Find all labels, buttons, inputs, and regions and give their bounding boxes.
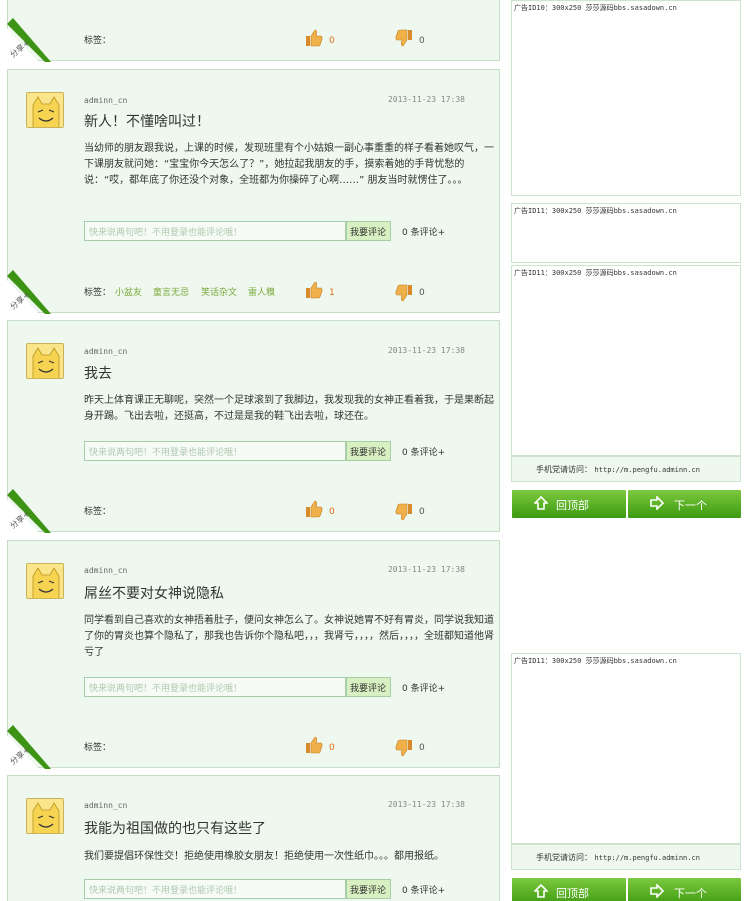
share-ribbon-icon[interactable]: 分享+ — [7, 270, 51, 314]
back-to-top-label: 回顶部 — [556, 887, 589, 900]
thumbs-up-icon[interactable] — [305, 281, 323, 299]
mobile-access-text: 手机党请访问： http://m.pengfu.adminn.cn — [536, 464, 700, 475]
comment-input[interactable]: 快来说两句吧！不用登录也能评论哦！ — [84, 677, 346, 697]
avatar[interactable] — [26, 92, 64, 128]
comment-input[interactable]: 快来说两句吧！不用登录也能评论哦！ — [84, 441, 346, 461]
back-to-top-button[interactable]: 回顶部 — [512, 878, 626, 901]
comment-input[interactable]: 快来说两句吧！不用登录也能评论哦！ — [84, 879, 346, 899]
mobile-url-link[interactable]: http://m.pengfu.adminn.cn — [595, 466, 700, 474]
post-time: 2013-11-23 17:38 — [387, 95, 465, 104]
mobile-access-bar: 手机党请访问： http://m.pengfu.adminn.cn — [511, 844, 741, 870]
post-body: 昨天上体育课正无聊呢，突然一个足球滚到了我脚边，我发现我的女神正看着我，于是果断… — [84, 395, 494, 422]
like-count: 0 — [329, 36, 335, 46]
back-to-top-label: 回顶部 — [556, 499, 589, 512]
share-ribbon-icon[interactable]: 分享+ — [7, 18, 51, 62]
like-count: 1 — [329, 288, 335, 298]
post-body: 同学看到自己喜欢的女神捂着肚子，便问女神怎么了。女神说她胃不好有胃炎，同学说我知… — [84, 615, 494, 658]
comment-count[interactable]: 0 条评论+ — [402, 445, 445, 458]
mobile-label: 手机党请访问： — [536, 465, 592, 474]
avatar-cat-icon — [27, 344, 63, 378]
like-count: 0 — [329, 507, 335, 517]
comment-button[interactable]: 我要评论 — [346, 221, 391, 241]
post-author[interactable]: adminn_cn — [84, 96, 127, 105]
next-label: 下一个 — [674, 499, 707, 512]
post-card: adminn_cn 2013-11-23 17:38 新人！不懂啥叫过！ 当幼师… — [7, 69, 500, 314]
dislike-count: 0 — [419, 288, 425, 298]
post-author[interactable]: adminn_cn — [84, 347, 127, 356]
dislike-count: 0 — [419, 743, 425, 753]
post-title[interactable]: 新人！不懂啥叫过！ — [84, 111, 210, 131]
mobile-access-bar: 手机党请访问： http://m.pengfu.adminn.cn — [511, 456, 741, 482]
post-body: 当幼师的朋友跟我说，上课的时候，发现班里有个小姑娘一副心事重重的样子看着她叹气，… — [84, 143, 494, 186]
ad-slot[interactable]: 广告ID11：300x250 莎莎源码bbs.sasadown.cn — [511, 653, 741, 844]
tag-label: 标签： — [84, 743, 112, 753]
dislike-count: 0 — [419, 507, 425, 517]
post-author[interactable]: adminn_cn — [84, 566, 127, 575]
comment-input[interactable]: 快来说两句吧！不用登录也能评论哦！ — [84, 221, 346, 241]
arrow-up-home-icon — [534, 496, 548, 510]
thumbs-up-icon[interactable] — [305, 500, 323, 518]
post-author[interactable]: adminn_cn — [84, 801, 127, 810]
arrow-up-home-icon — [534, 884, 548, 898]
tag-link[interactable]: 雷人糗 — [248, 285, 275, 298]
ad-text: 广告ID10：300x250 莎莎源码bbs.sasadown.cn — [514, 4, 677, 12]
ad-text: 广告ID11：300x250 莎莎源码bbs.sasadown.cn — [514, 657, 677, 665]
tag-link[interactable]: 笑话杂文 — [201, 285, 237, 298]
back-to-top-button[interactable]: 回顶部 — [512, 490, 626, 518]
thumbs-down-icon[interactable] — [395, 29, 413, 47]
tag-label: 标签： — [84, 36, 112, 46]
thumbs-down-icon[interactable] — [395, 284, 413, 302]
dislike-count: 0 — [419, 36, 425, 46]
post-time: 2013-11-23 17:38 — [387, 565, 465, 574]
avatar-cat-icon — [27, 799, 63, 833]
ad-slot[interactable]: 广告ID10：300x250 莎莎源码bbs.sasadown.cn — [511, 0, 741, 196]
ad-slot[interactable]: 广告ID11：300x250 莎莎源码bbs.sasadown.cn — [511, 203, 741, 263]
comment-count[interactable]: 0 条评论+ — [402, 225, 445, 238]
comment-button[interactable]: 我要评论 — [346, 879, 391, 899]
post-card: adminn_cn 2013-11-23 17:38 我能为祖国做的也只有这些了… — [7, 775, 500, 901]
comment-count[interactable]: 0 条评论+ — [402, 883, 445, 896]
arrow-right-icon — [650, 496, 664, 510]
thumbs-up-icon[interactable] — [305, 736, 323, 754]
avatar[interactable] — [26, 343, 64, 379]
post-card: adminn_cn 2013-11-23 17:38 屌丝不要对女神说隐私 同学… — [7, 540, 500, 769]
thumbs-up-icon[interactable] — [305, 29, 323, 47]
comment-button[interactable]: 我要评论 — [346, 677, 391, 697]
avatar-cat-icon — [27, 93, 63, 127]
post-time: 2013-11-23 17:38 — [387, 800, 465, 809]
next-button[interactable]: 下一个 — [628, 490, 741, 518]
ad-slot[interactable]: 广告ID11：300x250 莎莎源码bbs.sasadown.cn — [511, 265, 741, 456]
post-time: 2013-11-23 17:38 — [387, 346, 465, 355]
share-ribbon-icon[interactable]: 分享+ — [7, 725, 51, 769]
ad-text: 广告ID11：300x250 莎莎源码bbs.sasadown.cn — [514, 207, 677, 215]
share-ribbon-icon[interactable]: 分享+ — [7, 489, 51, 533]
post-card: 分享+ 标签： 0 0 — [7, 0, 500, 62]
thumbs-down-icon[interactable] — [395, 503, 413, 521]
thumbs-down-icon[interactable] — [395, 739, 413, 757]
like-count: 0 — [329, 743, 335, 753]
post-title[interactable]: 我能为祖国做的也只有这些了 — [84, 818, 266, 838]
tag-label: 标签： — [84, 507, 112, 517]
tag-label: 标签： — [84, 288, 112, 298]
post-title[interactable]: 我去 — [84, 363, 112, 383]
mobile-access-text: 手机党请访问： http://m.pengfu.adminn.cn — [536, 852, 700, 863]
ad-text: 广告ID11：300x250 莎莎源码bbs.sasadown.cn — [514, 269, 677, 277]
tag-link[interactable]: 小盆友 — [115, 285, 142, 298]
avatar[interactable] — [26, 563, 64, 599]
avatar[interactable] — [26, 798, 64, 834]
mobile-label: 手机党请访问： — [536, 853, 592, 862]
post-title[interactable]: 屌丝不要对女神说隐私 — [84, 583, 224, 603]
arrow-right-icon — [650, 884, 664, 898]
mobile-url-link[interactable]: http://m.pengfu.adminn.cn — [595, 854, 700, 862]
avatar-cat-icon — [27, 564, 63, 598]
next-button[interactable]: 下一个 — [628, 878, 741, 901]
tag-link[interactable]: 童言无忌 — [153, 285, 189, 298]
post-body: 我们要提倡环保性交！拒绝使用橡胶女朋友！拒绝使用一次性纸巾。。。都用报纸。 — [84, 851, 444, 862]
next-label: 下一个 — [674, 887, 707, 900]
post-card: adminn_cn 2013-11-23 17:38 我去 昨天上体育课正无聊呢… — [7, 320, 500, 533]
comment-button[interactable]: 我要评论 — [346, 441, 391, 461]
comment-count[interactable]: 0 条评论+ — [402, 681, 445, 694]
